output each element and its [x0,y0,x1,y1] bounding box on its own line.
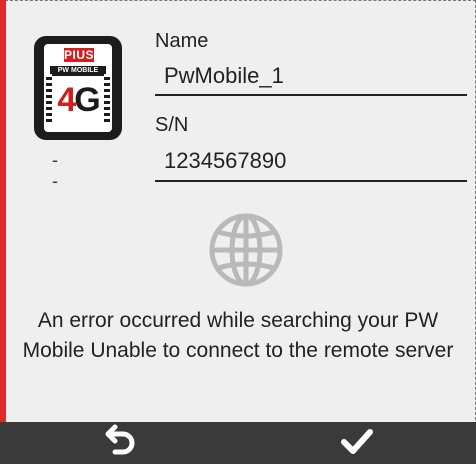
device-screen: PIUSI PW MOBILE 4G [44,44,112,132]
device-status: - - [52,150,61,191]
sn-value[interactable]: 1234567890 [164,148,286,174]
device-detail-panel: PIUSI PW MOBILE 4G - - Name PwMobile_1 S… [0,0,476,464]
sn-label: S/N [155,114,189,136]
undo-icon [99,424,139,463]
name-label: Name [155,30,209,52]
device-4g-badge: 4G [46,78,110,122]
undo-button[interactable] [0,422,238,464]
badge-g: G [74,81,100,119]
name-value[interactable]: PwMobile_1 [164,63,284,89]
error-message: An error occurred while searching your P… [22,309,454,362]
globe-icon [206,210,286,290]
bottom-action-bar [0,422,476,464]
confirm-button[interactable] [238,422,476,464]
badge-four: 4 [57,81,76,119]
top-border [0,0,476,1]
name-underline [155,94,467,96]
checkmark-icon [337,424,377,463]
pw-mobile-device-icon: PIUSI PW MOBILE 4G [34,36,122,140]
sn-underline [155,180,467,182]
left-accent-bar [0,0,6,422]
device-brand: PIUSI [64,48,98,62]
device-model: PW MOBILE [50,66,106,76]
